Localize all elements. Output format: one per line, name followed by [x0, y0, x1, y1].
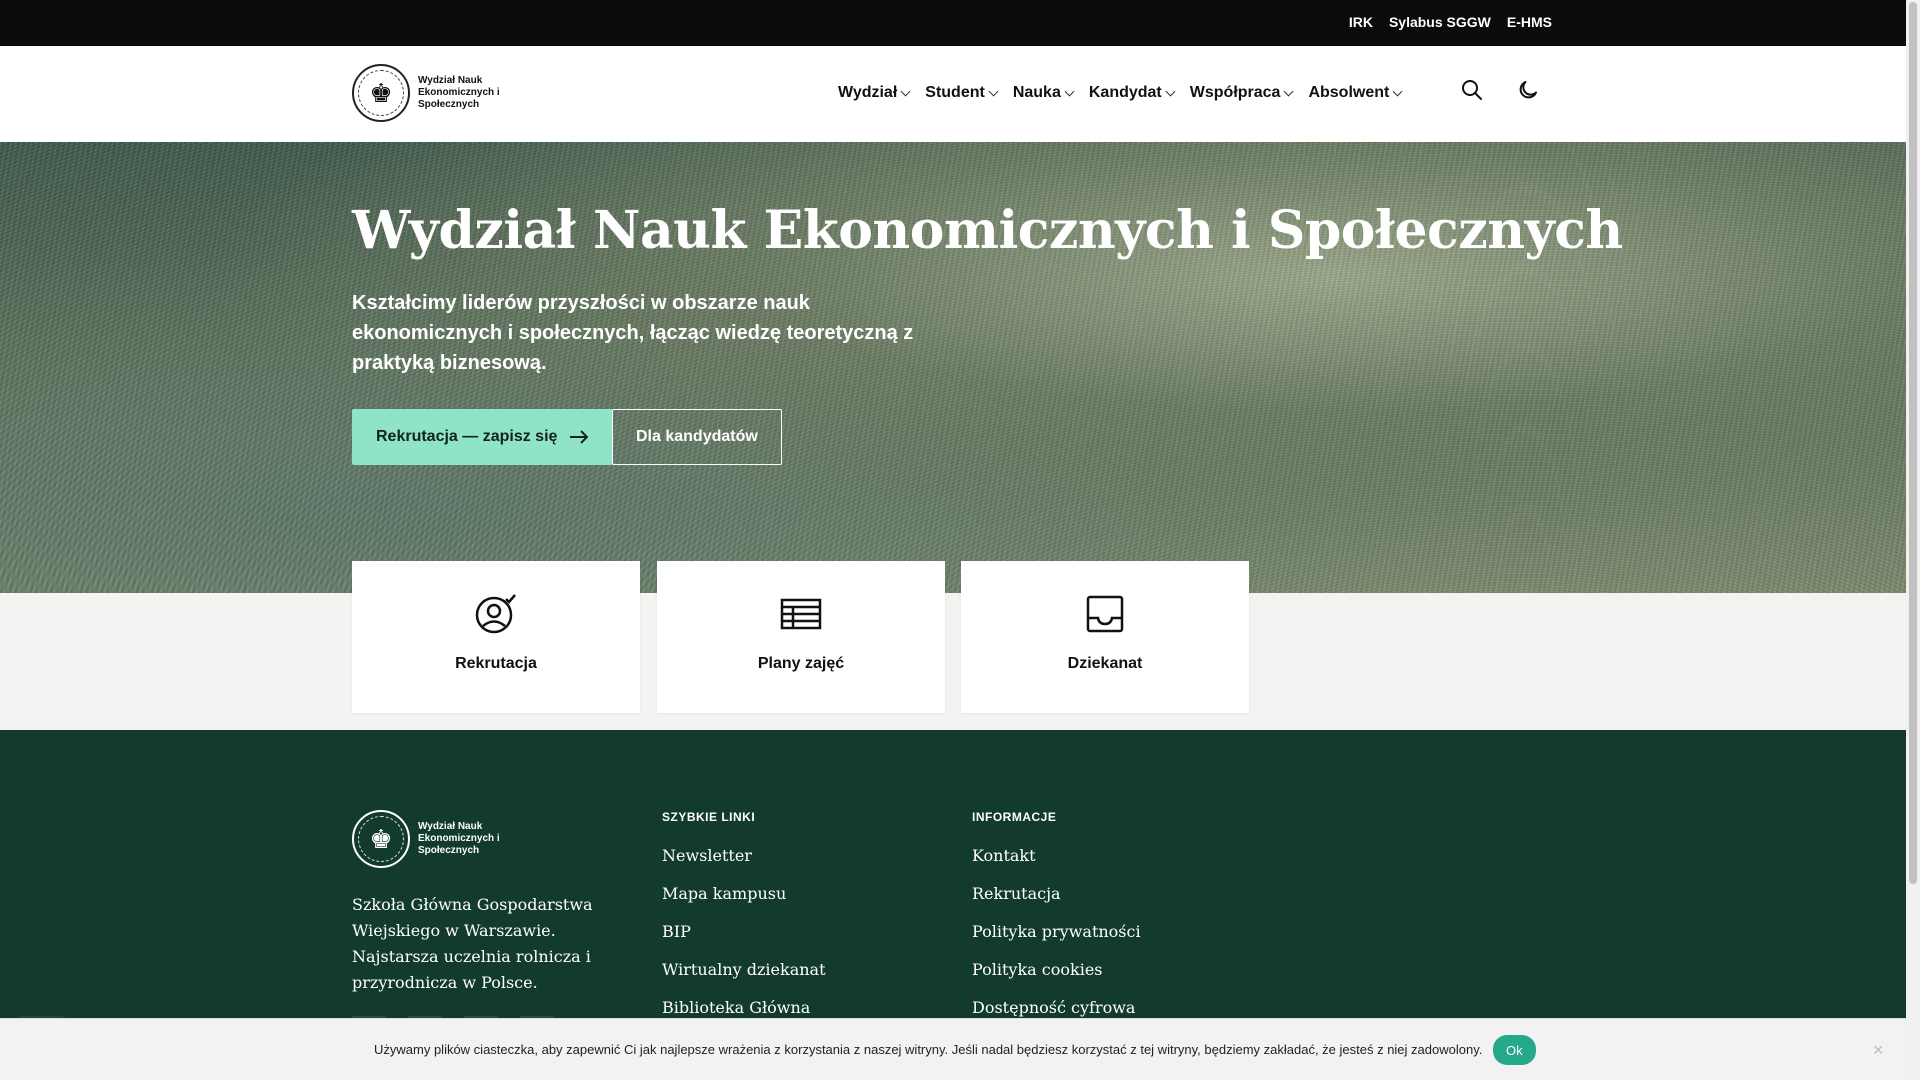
top-link-ehms[interactable]: E-HMS: [1507, 14, 1552, 30]
quick-card-plany-zajec[interactable]: Plany zajęć: [657, 561, 945, 713]
inbox-icon: [1086, 595, 1124, 633]
user-check-icon: [475, 594, 516, 634]
quick-card-label: Plany zajęć: [757, 655, 845, 672]
nav-item-kandydat[interactable]: Kandydat: [1089, 84, 1176, 102]
moon-icon[interactable]: [1516, 78, 1540, 102]
main-nav: Wydział Student Nauka Kandydat Współprac…: [838, 84, 1403, 102]
footer-link-bip[interactable]: BIP: [662, 920, 826, 944]
footer-info-title: INFORMACJE: [972, 810, 1057, 824]
footer-link-cookies[interactable]: Polityka cookies: [972, 958, 1141, 982]
quick-links-strip: [0, 593, 1906, 730]
chevron-down-icon: [1165, 86, 1176, 96]
chevron-down-icon: [1284, 86, 1294, 96]
table-icon: [780, 598, 822, 630]
chevron-down-icon: [1064, 86, 1075, 96]
footer-link-library[interactable]: Biblioteka Główna: [662, 996, 826, 1020]
quick-card-label: Rekrutacja: [455, 655, 537, 672]
nav-item-wspolpraca[interactable]: Współpraca: [1190, 84, 1294, 102]
seal-icon: ♚: [352, 810, 410, 868]
cookie-text: Używamy plików ciasteczka, aby zapewnić …: [374, 1042, 1483, 1057]
top-link-sylabus[interactable]: Sylabus SGGW: [1389, 14, 1491, 30]
footer-quick-links: SZYBKIE LINKI Newsletter Mapa kampusu BI…: [662, 810, 826, 1034]
nav-item-nauka[interactable]: Nauka: [1013, 84, 1075, 102]
seal-icon: ♚: [352, 64, 410, 122]
nav-item-wydzial[interactable]: Wydział: [838, 84, 911, 102]
chevron-down-icon: [1392, 86, 1403, 96]
footer-info-links: INFORMACJE Kontakt Rekrutacja Polityka p…: [972, 810, 1141, 1034]
close-icon[interactable]: ×: [1873, 1040, 1884, 1061]
for-candidates-button[interactable]: Dla kandydatów: [612, 409, 782, 465]
footer-description: Szkoła Główna Gospodarstwa Wiejskiego w …: [352, 895, 593, 992]
top-links: IRK Sylabus SGGW E-HMS: [1349, 14, 1552, 30]
nav-item-student[interactable]: Student: [925, 84, 999, 102]
recruitment-signup-button[interactable]: Rekrutacja — zapisz się: [352, 409, 614, 465]
search-icon[interactable]: [1460, 78, 1484, 102]
hero-title: Wydział Nauk Ekonomicznych i Społecznych: [352, 200, 1623, 261]
logo-text: Wydział Nauk Ekonomicznych i Społecznych: [418, 75, 500, 110]
footer-link-recruitment[interactable]: Rekrutacja: [972, 882, 1141, 906]
cookie-ok-button[interactable]: Ok: [1493, 1035, 1536, 1065]
footer-link-contact[interactable]: Kontakt: [972, 844, 1141, 868]
site-logo[interactable]: ♚ Wydział Nauk Ekonomicznych i Społeczny…: [352, 64, 500, 122]
site-header: ♚ Wydział Nauk Ekonomicznych i Społeczny…: [0, 46, 1906, 142]
footer-link-privacy[interactable]: Polityka prywatności: [972, 920, 1141, 944]
footer-logo-text: Wydział Nauk Ekonomicznych i Społecznych: [418, 821, 500, 856]
footer-link-accessibility[interactable]: Dostępność cyfrowa: [972, 996, 1141, 1020]
chevron-down-icon: [900, 86, 911, 96]
arrow-right-icon: [570, 430, 589, 444]
footer-quick-links-title: SZYBKIE LINKI: [662, 810, 756, 824]
hero-subtitle: Kształcimy liderów przyszłości w obszarz…: [352, 292, 914, 374]
top-bar: IRK Sylabus SGGW E-HMS: [0, 0, 1906, 46]
chevron-down-icon: [988, 86, 999, 96]
cookie-banner: Używamy plików ciasteczka, aby zapewnić …: [0, 1018, 1906, 1080]
top-link-irk[interactable]: IRK: [1349, 14, 1373, 30]
quick-card-rekrutacja[interactable]: Rekrutacja: [352, 561, 640, 713]
footer-link-virtual-deanery[interactable]: Wirtualny dziekanat: [662, 958, 826, 982]
quick-card-label: Dziekanat: [1067, 655, 1143, 672]
quick-card-dziekanat[interactable]: Dziekanat: [961, 561, 1249, 713]
scrollbar-thumb[interactable]: [1909, 2, 1917, 884]
footer-link-campus-map[interactable]: Mapa kampusu: [662, 882, 826, 906]
hero-section: Wydział Nauk Ekonomicznych i Społecznych…: [0, 142, 1906, 593]
nav-item-absolwent[interactable]: Absolwent: [1308, 84, 1403, 102]
footer-link-newsletter[interactable]: Newsletter: [662, 844, 826, 868]
footer-logo[interactable]: ♚ Wydział Nauk Ekonomicznych i Społeczny…: [352, 810, 500, 868]
